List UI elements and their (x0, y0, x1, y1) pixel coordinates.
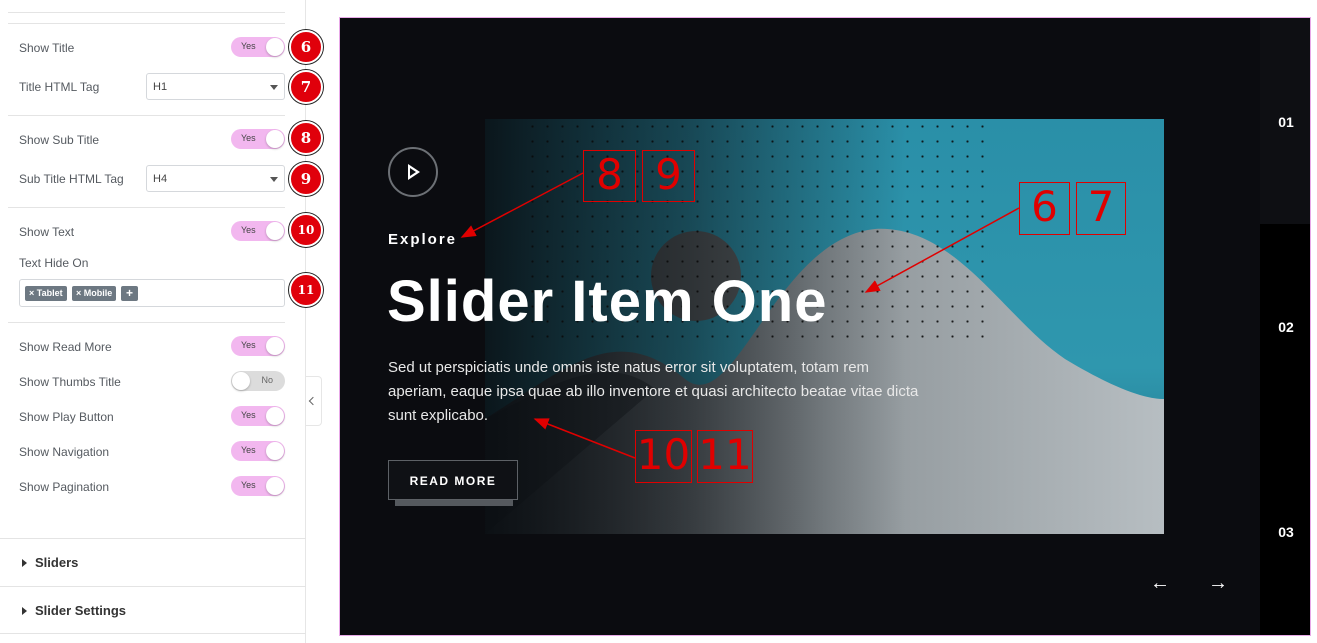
slider-preview: Explore Slider Item One Sed ut perspicia… (339, 17, 1311, 636)
toggle-knob (266, 38, 284, 56)
section-sliders[interactable]: Sliders (0, 538, 306, 585)
divider (8, 322, 285, 323)
show-pagination-label: Show Pagination (19, 480, 110, 494)
show-navigation-label: Show Navigation (19, 445, 110, 459)
tag-mobile[interactable]: × Mobile (72, 286, 117, 301)
chevron-down-icon (270, 177, 278, 182)
show-read-more-label: Show Read More (19, 340, 112, 354)
chevron-left-icon (308, 396, 318, 406)
divider (8, 12, 285, 13)
annotation-badge-11: 11 (289, 273, 323, 307)
show-play-button-label: Show Play Button (19, 410, 114, 424)
section-label: Sliders (35, 555, 79, 570)
sub-title-html-tag-label: Sub Title HTML Tag (19, 172, 124, 186)
show-thumbs-title-label: Show Thumbs Title (19, 375, 121, 389)
text-hide-on-select[interactable]: × Tablet × Mobile + (19, 279, 285, 307)
toggle-state: Yes (241, 480, 256, 490)
text-hide-on-label: Text Hide On (19, 256, 89, 270)
toggle-state: Yes (241, 41, 256, 51)
title-html-tag-select[interactable]: H1 (146, 73, 285, 100)
toggle-state: Yes (241, 410, 256, 420)
settings-panel: Show Title Yes 6 Title HTML Tag H1 7 Sho… (0, 0, 323, 643)
show-play-button-toggle[interactable]: Yes (231, 406, 285, 426)
show-title-label: Show Title (19, 41, 75, 55)
divider (8, 115, 285, 116)
toggle-state: Yes (241, 445, 256, 455)
annotation-badge-9: 9 (289, 162, 323, 196)
toggle-knob (266, 442, 284, 460)
tag-tablet[interactable]: × Tablet (25, 286, 67, 301)
divider (8, 207, 285, 208)
toggle-knob (266, 337, 284, 355)
toggle-knob (266, 222, 284, 240)
show-read-more-toggle[interactable]: Yes (231, 336, 285, 356)
caret-right-icon (22, 607, 27, 615)
show-text-label: Show Text (19, 225, 75, 239)
show-sub-title-label: Show Sub Title (19, 133, 100, 147)
section-label: Slider Settings (35, 603, 127, 618)
annotation-arrows (460, 172, 1020, 459)
toggle-state: Yes (241, 340, 256, 350)
toggle-knob (232, 372, 250, 390)
collapse-panel-button[interactable] (306, 376, 322, 426)
caret-right-icon (22, 559, 27, 567)
toggle-knob (266, 130, 284, 148)
annotation-badge-7: 7 (289, 70, 323, 104)
show-sub-title-toggle[interactable]: Yes (231, 129, 285, 149)
annotation-badge-6: 6 (289, 30, 323, 64)
toggle-state: Yes (241, 133, 256, 143)
title-html-tag-label: Title HTML Tag (19, 80, 100, 94)
show-title-toggle[interactable]: Yes (231, 37, 285, 57)
show-thumbs-title-toggle[interactable]: No (231, 371, 285, 391)
chevron-down-icon (270, 85, 278, 90)
toggle-knob (266, 477, 284, 495)
add-tag-button[interactable]: + (121, 286, 138, 301)
show-pagination-toggle[interactable]: Yes (231, 476, 285, 496)
divider (8, 23, 285, 24)
select-value: H4 (153, 173, 168, 185)
select-value: H1 (153, 81, 168, 93)
section-slider-settings[interactable]: Slider Settings (0, 586, 306, 634)
annotation-badge-8: 8 (289, 121, 323, 155)
sub-title-html-tag-select[interactable]: H4 (146, 165, 285, 192)
annotation-badge-10: 10 (289, 213, 323, 247)
show-navigation-toggle[interactable]: Yes (231, 441, 285, 461)
toggle-state: No (261, 375, 273, 385)
toggle-knob (266, 407, 284, 425)
show-text-toggle[interactable]: Yes (231, 221, 285, 241)
toggle-state: Yes (241, 225, 256, 235)
